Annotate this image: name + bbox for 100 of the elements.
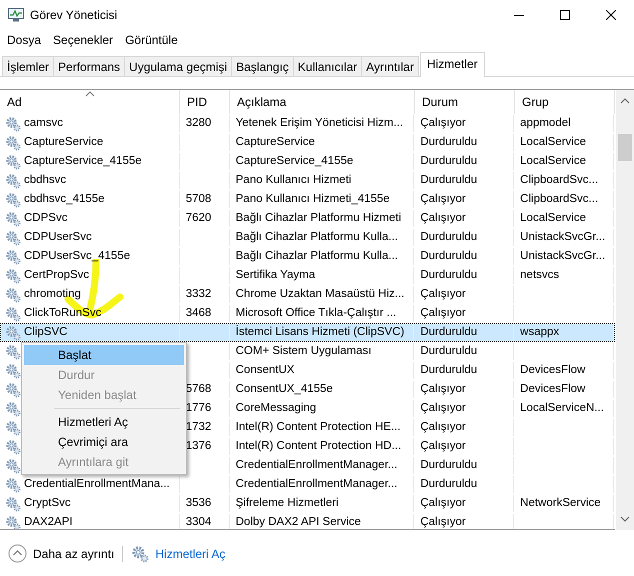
gear-icon	[5, 210, 21, 226]
status-cell-text: Durduruldu	[420, 154, 478, 169]
scroll-up-icon[interactable]	[620, 98, 630, 104]
status-cell-text: Durduruldu	[420, 249, 478, 264]
status-cell-text: Durduruldu	[420, 458, 478, 473]
description-cell-text: CredentialEnrollmentManager...	[236, 477, 398, 492]
gear-icon	[5, 438, 21, 454]
table-row[interactable]: cbdhsvc_4155e 5708 Pano Kullanıcı Hizmeti_4155e Çalışıyor ClipboardSvc...	[0, 190, 615, 209]
pid-cell-text: 7620	[186, 211, 212, 226]
pid-cell-text: 3536	[186, 496, 212, 511]
gear-icon	[5, 306, 21, 322]
description-cell-text: Microsoft Office Tıkla-Çalıştır ...	[236, 306, 396, 321]
description-cell-text: Yetenek Erişim Yöneticisi Hizm...	[236, 116, 404, 131]
gear-icon	[5, 324, 21, 340]
description-cell-text: Sertifika Yayma	[236, 268, 316, 283]
table-row[interactable]: CDPUserSvc Bağlı Cihazlar Platformu Kulla... Durduruldu UnistackSvcGr...	[0, 228, 615, 247]
group-cell-text: ClipboardSvc...	[520, 173, 598, 188]
status-cell-text: Durduruldu	[420, 135, 478, 150]
status-cell-text: Çalışıyor	[420, 306, 466, 321]
tab[interactable]: Hizmetler	[420, 52, 485, 77]
table-row[interactable]: chromoting 3332 Chrome Uzaktan Masaüstü Hiz... Çalışıyor	[0, 285, 615, 304]
status-cell-text: Durduruldu	[420, 363, 478, 378]
menu-item[interactable]: Dosya	[1, 33, 48, 47]
group-cell-text: appmodel	[520, 116, 571, 131]
group-cell-text: LocalServiceN...	[520, 401, 604, 416]
table-row[interactable]: cbdhsvc Pano Kullanıcı Hizmeti Durduruldu ClipboardSvc...	[0, 171, 615, 190]
scroll-down-icon[interactable]	[620, 516, 630, 522]
window-title: Görev Yöneticisi	[30, 8, 118, 22]
gear-icon	[5, 134, 21, 150]
service-name: CDPSvc	[24, 211, 68, 226]
description-cell-text: ConsentUX_4155e	[236, 382, 333, 397]
table-row[interactable]: CaptureService_4155e CaptureService_4155e Durduruldu LocalService	[0, 152, 615, 171]
column-header[interactable]: Grup	[515, 90, 615, 114]
collapse-icon[interactable]	[8, 544, 27, 563]
service-name: CredentialEnrollmentMana...	[24, 477, 170, 492]
tab[interactable]: Başlangıç	[231, 56, 294, 76]
table-row[interactable]: CDPUserSvc_4155e Bağlı Cihazlar Platformu Kulla... Durduruldu UnistackSvcGr...	[0, 247, 615, 266]
description-cell-text: Intel(R) Content Protection HE...	[236, 420, 401, 435]
selected-row[interactable]: ClipSVC İstemci Lisans Hizmeti (ClipSVC) Durduruldu wsappx	[0, 323, 615, 342]
status-cell-text: Durduruldu	[420, 325, 478, 340]
column-header[interactable]: Ad	[0, 90, 180, 114]
pid-cell-text: 5708	[186, 192, 212, 207]
description-cell-text: Pano Kullanıcı Hizmeti	[236, 173, 352, 188]
service-name: CaptureService_4155e	[24, 154, 142, 169]
service-name: CDPUserSvc_4155e	[24, 249, 130, 264]
column-header[interactable]: Açıklama	[230, 90, 415, 114]
maximize-icon	[560, 10, 570, 20]
close-icon	[606, 10, 616, 20]
gear-icon	[5, 154, 21, 170]
group-cell-text: LocalService	[520, 154, 586, 169]
pid-cell-text: 5768	[186, 382, 212, 397]
pid-cell-text: 3468	[186, 306, 212, 321]
group-cell-text: ClipboardSvc...	[520, 192, 598, 207]
gear-icon	[5, 476, 21, 492]
service-name: CDPUserSvc	[24, 230, 92, 245]
pid-cell-text: 3304	[186, 515, 212, 529]
scrollbar[interactable]	[616, 90, 634, 530]
table-row[interactable]: CaptureService CaptureService Durduruldu LocalService	[0, 133, 615, 152]
pid-cell-text: 3280	[186, 116, 212, 131]
table-row[interactable]: CryptSvc 3536 Şifreleme Hizmetleri Çalışıyor NetworkService	[0, 494, 615, 513]
pid-cell-text: 3332	[186, 287, 212, 302]
description-cell-text: CaptureService	[236, 135, 315, 150]
description-cell-text: Şifreleme Hizmetleri	[236, 496, 339, 511]
app-icon	[8, 8, 24, 22]
fewer-details-button[interactable]: Daha az ayrıntı	[33, 546, 114, 560]
sort-caret-icon	[84, 91, 94, 97]
table-row[interactable]: DAX2API 3304 Dolby DAX2 API Service Çalışıyor	[0, 513, 615, 529]
status-cell-text: Çalışıyor	[420, 382, 466, 397]
description-cell-text: Chrome Uzaktan Masaüstü Hiz...	[236, 287, 404, 302]
description-cell-text: İstemci Lisans Hizmeti (ClipSVC)	[236, 324, 404, 340]
gear-icon	[5, 362, 21, 378]
gear-icon	[131, 544, 150, 562]
status-cell-text: Durduruldu	[420, 173, 478, 188]
gear-icon	[5, 192, 21, 208]
tab[interactable]: Ayrıntılar	[361, 56, 419, 76]
table-row[interactable]: CDPSvc 7620 Bağlı Cihazlar Platformu Hizmeti Çalışıyor LocalService	[0, 209, 615, 228]
group-cell-text: DevicesFlow	[520, 363, 586, 378]
description-cell-text: ConsentUX	[236, 363, 294, 378]
service-name: camsvc	[24, 116, 63, 131]
tab[interactable]: Performans	[53, 56, 126, 76]
menu-item[interactable]: Başlat	[24, 345, 184, 365]
gear-icon	[5, 458, 21, 474]
status-cell-text: Çalışıyor	[420, 116, 466, 131]
open-services-link[interactable]: Hizmetleri Aç	[155, 546, 226, 560]
description-cell-text: Bağlı Cihazlar Platformu Kulla...	[236, 230, 398, 245]
table-row[interactable]: CertPropSvc Sertifika Yayma Durduruldu netsvcs	[0, 266, 615, 285]
tab[interactable]: Uygulama geçmişi	[124, 56, 232, 76]
tab[interactable]: Kullanıcılar	[292, 56, 362, 76]
column-header[interactable]: PID	[180, 90, 230, 114]
description-cell-text: Bağlı Cihazlar Platformu Kulla...	[236, 249, 398, 264]
menu-item[interactable]: Seçenekler	[47, 33, 120, 47]
scroll-thumb[interactable]	[618, 134, 632, 161]
group-cell-text: UnistackSvcGr...	[520, 249, 606, 264]
table-row[interactable]: CredentialEnrollmentMana... CredentialEnrollmentManager... Durduruldu	[0, 475, 615, 494]
tab[interactable]: İşlemler	[2, 56, 54, 76]
column-header[interactable]: Durum	[415, 90, 515, 114]
table-row[interactable]: camsvc 3280 Yetenek Erişim Yöneticisi Hizm... Çalışıyor appmodel	[0, 114, 615, 133]
menu-item[interactable]: Görüntüle	[119, 33, 184, 47]
service-name: CaptureService	[24, 135, 104, 150]
gear-icon	[5, 496, 21, 512]
